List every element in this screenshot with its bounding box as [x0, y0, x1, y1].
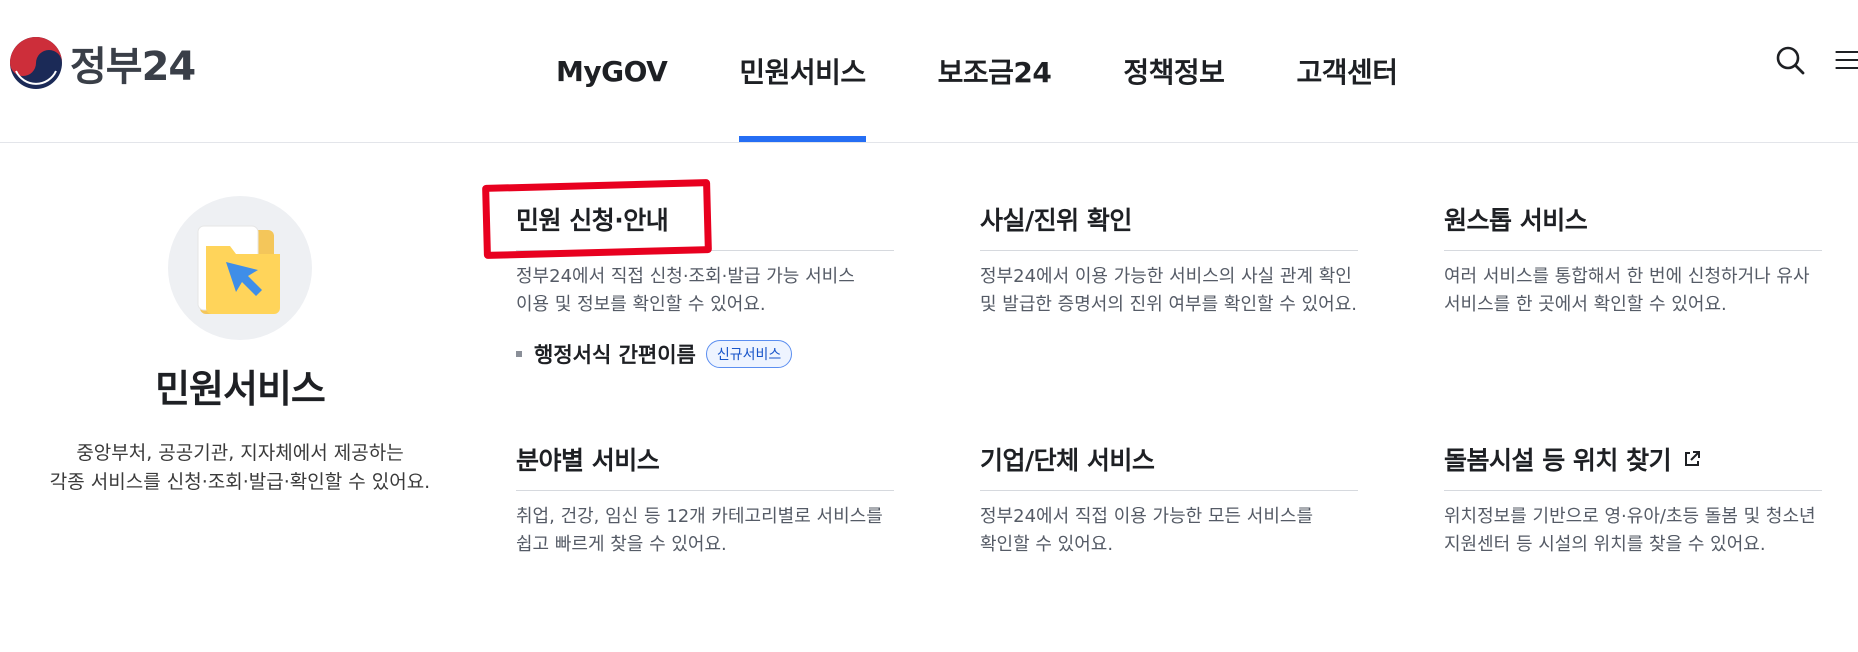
search-icon	[1776, 46, 1805, 75]
desc-line: 서비스를 한 곳에서 확인할 수 있어요.	[1444, 294, 1727, 315]
card-care-facility-title-text: 돌봄시설 등 위치 찾기	[1444, 446, 1672, 475]
promo-desc-line1: 중앙부처, 공공기관, 지자체에서 제공하는	[76, 442, 404, 464]
nav-customer-center[interactable]: 고객센터	[1260, 0, 1433, 142]
card-onestop-title[interactable]: 원스톱 서비스	[1444, 202, 1822, 251]
card-by-field: 분야별 서비스 취업, 건강, 임신 등 12개 카테고리별로 서비스를 쉽고 …	[516, 442, 894, 559]
card-onestop: 원스톱 서비스 여러 서비스를 통합해서 한 번에 신청하거나 유사 서비스를 …	[1444, 202, 1822, 319]
nav-subsidy24[interactable]: 보조금24	[902, 0, 1088, 142]
desc-line: 쉽고 빠르게 찾을 수 있어요.	[516, 534, 727, 555]
nav-policy-info[interactable]: 정책정보	[1087, 0, 1260, 142]
site-logo[interactable]: 정부24	[8, 34, 196, 92]
folder-cursor-icon	[197, 225, 280, 314]
nav-mygov[interactable]: MyGOV	[520, 0, 703, 142]
header-utilities	[1746, 38, 1858, 82]
card-fact-verify: 사실/진위 확인 정부24에서 이용 가능한 서비스의 사실 관계 확인 및 발…	[980, 202, 1358, 319]
card-civil-apply-desc: 정부24에서 직접 신청·조회·발급 가능 서비스 이용 및 정보를 확인할 수…	[516, 263, 894, 319]
logo-text: 정부24	[70, 44, 196, 90]
card-care-facility-title[interactable]: 돌봄시설 등 위치 찾기	[1444, 442, 1822, 491]
promo-illustration	[168, 196, 312, 340]
card-care-facility: 돌봄시설 등 위치 찾기 위치정보를 기반으로 영·유아/초등 돌봄 및 청소년…	[1444, 442, 1822, 559]
desc-line: 여러 서비스를 통합해서 한 번에 신청하거나 유사	[1444, 266, 1810, 287]
menu-button[interactable]	[1834, 38, 1858, 82]
main-nav: MyGOV 민원서비스 보조금24 정책정보 고객센터	[520, 0, 1433, 142]
bullet-icon	[516, 351, 522, 357]
new-service-badge: 신규서비스	[705, 340, 793, 368]
card-business-desc: 정부24에서 직접 이용 가능한 모든 서비스를 확인할 수 있어요.	[980, 503, 1358, 559]
sub-link-label: 행정서식 간편이름	[534, 343, 696, 367]
desc-line: 확인할 수 있어요.	[980, 534, 1114, 555]
civil-service-intro: 민원서비스 중앙부처, 공공기관, 지자체에서 제공하는 각종 서비스를 신청·…	[20, 196, 460, 497]
card-business-title[interactable]: 기업/단체 서비스	[980, 442, 1358, 491]
card-onestop-desc: 여러 서비스를 통합해서 한 번에 신청하거나 유사 서비스를 한 곳에서 확인…	[1444, 263, 1822, 319]
desc-line: 정부24에서 직접 신청·조회·발급 가능 서비스	[516, 266, 855, 287]
desc-line: 및 발급한 증명서의 진위 여부를 확인할 수 있어요.	[980, 294, 1357, 315]
promo-desc-line2: 각종 서비스를 신청·조회·발급·확인할 수 있어요.	[49, 471, 431, 493]
card-by-field-desc: 취업, 건강, 임신 등 12개 카테고리별로 서비스를 쉽고 빠르게 찾을 수…	[516, 503, 894, 559]
promo-description: 중앙부처, 공공기관, 지자체에서 제공하는 각종 서비스를 신청·조회·발급·…	[20, 439, 460, 497]
card-by-field-title[interactable]: 분야별 서비스	[516, 442, 894, 491]
card-fact-verify-title[interactable]: 사실/진위 확인	[980, 202, 1358, 251]
taegeuk-logo-icon	[10, 37, 62, 89]
desc-line: 이용 및 정보를 확인할 수 있어요.	[516, 294, 766, 315]
desc-line: 정부24에서 직접 이용 가능한 모든 서비스를	[980, 506, 1314, 527]
desc-line: 취업, 건강, 임신 등 12개 카테고리별로 서비스를	[516, 506, 883, 527]
admin-form-easy-link[interactable]: 행정서식 간편이름 신규서비스	[516, 339, 894, 369]
promo-title: 민원서비스	[155, 367, 326, 411]
card-care-facility-desc: 위치정보를 기반으로 영·유아/초등 돌봄 및 청소년 지원센터 등 시설의 위…	[1444, 503, 1822, 559]
search-button[interactable]	[1768, 38, 1812, 82]
desc-line: 위치정보를 기반으로 영·유아/초등 돌봄 및 청소년	[1444, 506, 1816, 527]
menu-icon	[1835, 50, 1858, 70]
desc-line: 지원센터 등 시설의 위치를 찾을 수 있어요.	[1444, 534, 1766, 555]
card-business: 기업/단체 서비스 정부24에서 직접 이용 가능한 모든 서비스를 확인할 수…	[980, 442, 1358, 559]
site-header: 정부24 MyGOV 민원서비스 보조금24 정책정보 고객센터	[0, 0, 1858, 143]
external-link-icon	[1685, 451, 1701, 466]
desc-line: 정부24에서 이용 가능한 서비스의 사실 관계 확인	[980, 266, 1352, 287]
highlight-annotation	[482, 179, 712, 259]
nav-civil-service[interactable]: 민원서비스	[703, 0, 901, 142]
card-fact-verify-desc: 정부24에서 이용 가능한 서비스의 사실 관계 확인 및 발급한 증명서의 진…	[980, 263, 1358, 319]
